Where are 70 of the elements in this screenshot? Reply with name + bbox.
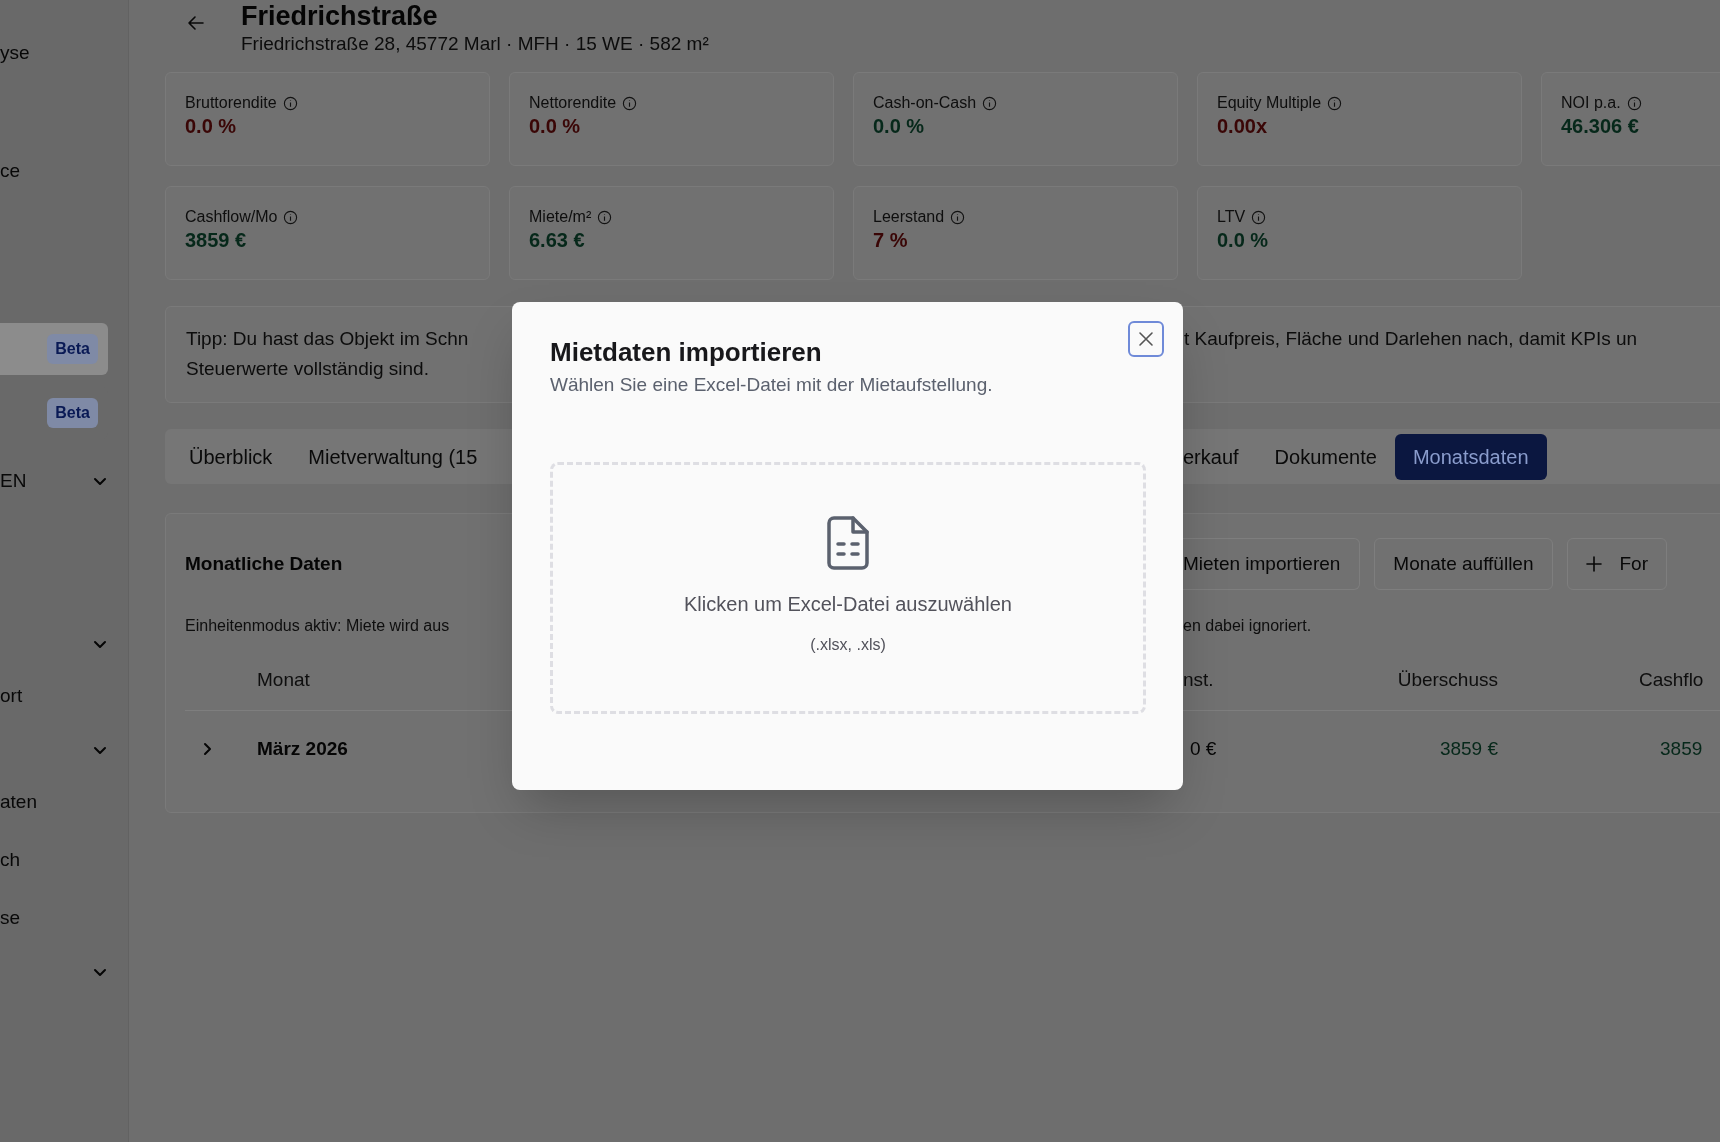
tip-text: t Kaufpreis, Fläche und Darlehen nach, damit KPIs un [1184,327,1638,351]
beta-badge: Beta [47,398,98,428]
table-cell-text: 3859 € [1438,736,1498,761]
tab[interactable]: erkauf [1165,433,1257,480]
info-icon [1626,95,1642,111]
kpi-value: 0.0 % [873,114,926,139]
kpi-value: 46.306 € [1561,114,1640,139]
sidebar-item[interactable]: aten [0,787,37,817]
info-icon [1251,209,1267,225]
kpi-value: 3859 € [185,228,248,253]
dropzone-hint: (.xlsx, .xls) [810,635,886,655]
sidebar-item[interactable]: EN [0,466,27,496]
page-title: Friedrichstraße [241,0,439,32]
kpi-value: 7 % [873,228,909,253]
tab[interactable]: Mietverwaltung (15 [290,433,496,480]
info-icon [950,209,966,225]
info-icon [597,209,613,225]
kpi-label: Bruttorendite [185,93,277,113]
tab[interactable]: Dokumente [1256,433,1395,480]
sidebar-item[interactable]: ce [0,156,21,186]
beta-badge: Beta [47,334,98,364]
kpi-label: Miete/m² [529,207,592,227]
action-button[interactable]: For [1566,538,1667,590]
close-button[interactable] [1128,321,1164,357]
kpi-label: Equity Multiple [1217,93,1322,113]
kpi-label: LTV [1217,207,1246,227]
tab[interactable]: Überblick [171,433,291,480]
file-dropzone[interactable]: Klicken um Excel-Datei auszuwählen (.xlsx, .xls) [550,462,1146,714]
close-icon [1138,331,1154,347]
info-icon [283,209,299,225]
kpi-value: 0.0 % [529,114,582,139]
plus-icon [1585,556,1602,572]
sidebar-item[interactable]: ort [0,681,23,711]
kpi-label: Leerstand [873,207,945,227]
kpi-label: Cashflow/Mo [185,207,278,227]
column-header: nst. [1183,668,1215,693]
table-cell-text: März 2026 [257,736,349,761]
column-header: Cashflo [1639,668,1704,693]
info-icon [1327,95,1343,111]
tip-text: Steuerwerte vollständig sind. [186,357,429,381]
table-cell-text: 3859 [1660,736,1703,761]
sidebar-item[interactable]: ch [0,845,21,875]
back-arrow-icon[interactable] [187,14,205,32]
kpi-value: 0.00x [1217,114,1269,139]
kpi-label: Cash-on-Cash [873,93,977,113]
column-header: Überschuss [1396,668,1498,693]
table-cell-text: 0 € [1190,736,1218,761]
column-header: Monat [257,668,311,693]
sidebar-item[interactable]: se [0,903,21,933]
section-title: Monatliche Daten [185,551,344,576]
info-icon [982,95,998,111]
page-subtitle: Friedrichstraße 28, 45772 Marl · MFH · 15 WE · 582 m² [241,32,709,56]
kpi-value: 6.63 € [529,228,586,253]
info-icon [282,95,298,111]
file-icon [825,515,871,571]
dialog-subtitle: Wählen Sie eine Excel-Datei mit der Mietaufstellung. [550,373,994,397]
dialog-title: Mietdaten importieren [550,336,823,369]
tab[interactable]: Monatsdaten [1394,433,1547,480]
tip-text: Tipp: Du hast das Objekt im Schn [186,327,470,351]
kpi-label: NOI p.a. [1561,93,1621,113]
kpi-label: Nettorendite [529,93,617,113]
kpi-value: 0.0 % [185,114,238,139]
info-note: en dabei ignoriert. [1183,616,1312,636]
sidebar-item[interactable]: yse [0,38,30,68]
sidebar-item[interactable]: Beta [0,323,108,375]
kpi-value: 0.0 % [1217,228,1270,253]
info-note: Einheitenmodus aktiv: Miete wird aus [185,616,451,636]
action-button[interactable]: Monate auffüllen [1374,538,1553,590]
info-icon [622,95,638,111]
dropzone-text: Klicken um Excel-Datei auszuwählen [684,592,1012,617]
